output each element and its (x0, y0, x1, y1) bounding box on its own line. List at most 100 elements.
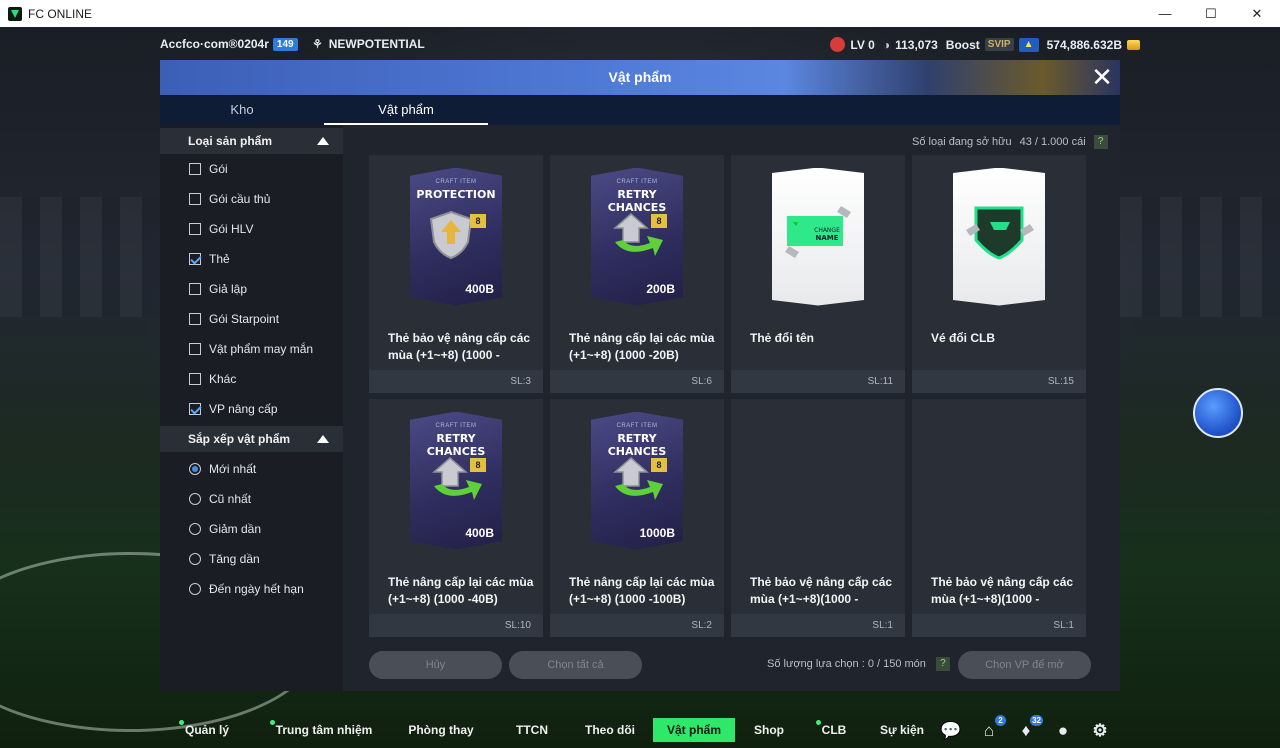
checkbox[interactable] (189, 223, 201, 235)
change-name-icon: CHANGE NAME (783, 202, 853, 262)
radio[interactable] (189, 493, 201, 505)
filter-option[interactable]: Vật phẩm may mắn (160, 334, 343, 364)
filter-option-label: Gói (209, 162, 228, 176)
nav-item-label: Vật phẩm (667, 723, 722, 737)
nav-item[interactable]: Theo dõi (580, 718, 640, 742)
tab-kho[interactable]: Kho (160, 95, 324, 125)
checkbox[interactable] (189, 283, 201, 295)
checkbox[interactable] (189, 163, 201, 175)
filter-option[interactable]: Gói Starpoint (160, 304, 343, 334)
radio[interactable] (189, 523, 201, 535)
checkbox[interactable] (189, 403, 201, 415)
sort-option[interactable]: Cũ nhất (160, 484, 343, 514)
item-card[interactable]: Vé đổi CLB SL:15 (912, 155, 1086, 393)
sort-option[interactable]: Đến ngày hết hạn (160, 574, 343, 604)
checkbox[interactable] (189, 373, 201, 385)
item-quantity: SL:6 (550, 370, 724, 393)
select-all-button[interactable]: Chọn tất cả (509, 651, 642, 679)
item-card[interactable]: CHANGE NAME Thẻ đổi tên SL:11 (731, 155, 905, 393)
nav-item[interactable]: CLB (811, 718, 851, 742)
nav-item[interactable]: Shop (749, 718, 789, 742)
item-card[interactable]: Thẻ bảo vệ nâng cấp các mùa (+1~+8)(1000… (731, 399, 905, 637)
checkbox[interactable] (189, 313, 201, 325)
items-modal: Vật phẩm ✕ Kho Vật phẩm Loại sản phẩm Gó… (160, 60, 1120, 691)
radio[interactable] (189, 463, 201, 475)
item-card[interactable]: Thẻ bảo vệ nâng cấp các mùa (+1~+8)(1000… (912, 399, 1086, 637)
item-name: Thẻ bảo vệ nâng cấp các mùa (+1~+8)(1000… (750, 575, 893, 606)
sort-option-label: Mới nhất (209, 462, 257, 476)
filter-option[interactable]: Gói cầu thủ (160, 184, 343, 214)
boost-stat[interactable]: Boost SVIP ▲ (946, 37, 1039, 52)
collapse-triangle-icon (317, 137, 329, 145)
modal-tabs: Kho Vật phẩm (160, 95, 1120, 125)
points-stat[interactable]: ◑ 113,073 (883, 38, 938, 52)
sort-option[interactable]: Mới nhất (160, 454, 343, 484)
settings-gear-icon[interactable]: ⚙ (1090, 721, 1110, 741)
filter-option[interactable]: Khác (160, 364, 343, 394)
nav-item-label: Phòng thay đồ (408, 723, 474, 748)
item-card[interactable]: CRAFT ITEM PROTECTION 8 400B Thẻ bảo vệ nâng… (369, 155, 543, 393)
checkbox[interactable] (189, 343, 201, 355)
nav-item[interactable]: Vật phẩm (653, 718, 736, 742)
filter-option-label: Khác (209, 372, 237, 386)
filter-option[interactable]: Gói (160, 154, 343, 184)
level-stat[interactable]: LV 0 (830, 37, 875, 52)
nav-item[interactable]: TTCN (512, 718, 552, 742)
sort-option[interactable]: Tăng dần (160, 544, 343, 574)
radio[interactable] (189, 553, 201, 565)
nav-item[interactable]: Quản lý CT (172, 718, 236, 748)
sort-option[interactable]: Giảm dần (160, 514, 343, 544)
filter-section-header[interactable]: Loại sản phẩm (160, 128, 343, 154)
sort-option-label: Đến ngày hết hạn (209, 582, 304, 596)
sort-option-label: Tăng dần (209, 552, 260, 566)
filter-option[interactable]: Gói HLV (160, 214, 343, 244)
craft-item-card: CRAFT ITEM RETRY CHANCES 8 400B (410, 411, 502, 550)
checkbox[interactable] (189, 253, 201, 265)
sort-section-header[interactable]: Sắp xếp vật phẩm (160, 426, 343, 452)
filter-option-label: Gói Starpoint (209, 312, 280, 326)
account-info[interactable]: Accfco·com®0204r 149 (160, 37, 298, 51)
item-art: CRAFT ITEM PROTECTION 8 400B (369, 155, 543, 318)
minimize-icon[interactable]: — (1142, 0, 1188, 27)
help-icon[interactable]: ? (935, 657, 950, 671)
bp-stat[interactable]: 574,886.632B (1047, 38, 1140, 52)
filter-option-label: Giả lập (209, 282, 248, 296)
item-quantity: SL:1 (912, 614, 1086, 637)
team-info[interactable]: ⚘ NEWPOTENTIAL (312, 37, 425, 51)
item-quantity: SL:3 (369, 370, 543, 393)
filter-option-label: Gói HLV (209, 222, 254, 236)
club-crest-icon (964, 202, 1034, 262)
close-icon[interactable]: ✕ (1088, 64, 1116, 92)
item-card[interactable]: CRAFT ITEM RETRY CHANCES 8 1000B Thẻ nâng cấ… (550, 399, 724, 637)
modal-action-bar: Hủy Chọn tất cả Số lượng lựa chọn : 0 / … (369, 650, 1091, 680)
chat-bubble-icon[interactable]: 💬 (940, 721, 961, 741)
nav-item[interactable]: Phòng thay đồ (400, 718, 482, 748)
notification-bell-icon[interactable]: ♦ 32 (1016, 715, 1043, 741)
tab-vat-pham[interactable]: Vật phẩm (324, 95, 488, 125)
nav-item[interactable]: Trung tâm nhiệm vụ (266, 718, 376, 748)
cancel-button[interactable]: Hủy (369, 651, 502, 679)
choose-open-button[interactable]: Chọn VP để mở (958, 651, 1091, 679)
radio[interactable] (189, 583, 201, 595)
filter-option[interactable]: Giả lập (160, 274, 343, 304)
home-icon[interactable]: ⌂ 2 (979, 715, 1006, 741)
maximize-icon[interactable]: ☐ (1188, 0, 1234, 27)
help-icon[interactable]: ? (1093, 135, 1108, 149)
profile-icon[interactable]: ● (1053, 721, 1073, 741)
nav-item[interactable]: Sự kiện (877, 718, 927, 742)
modal-title: Vật phẩm (608, 69, 672, 85)
checkbox[interactable] (189, 193, 201, 205)
item-card[interactable]: CRAFT ITEM RETRY CHANCES 8 200B Thẻ nâng cấp… (550, 155, 724, 393)
fc-online-logo-icon (8, 6, 22, 21)
item-name: Thẻ nâng cấp lại các mùa (+1~+8) (1000 -… (388, 575, 534, 606)
owned-label: Số loại đang sở hữu (912, 136, 1012, 148)
item-card[interactable]: CRAFT ITEM RETRY CHANCES 8 400B Thẻ nâng cấp… (369, 399, 543, 637)
filter-option[interactable]: Thẻ (160, 244, 343, 274)
filter-option[interactable]: VP nâng cấp (160, 394, 343, 424)
craft-item-price: 400B (465, 525, 494, 540)
sort-list: Mới nhất Cũ nhất Giảm dần Tăng dần Đến ngày … (160, 452, 343, 604)
filter-option-label: Gói cầu thủ (209, 192, 271, 206)
chat-support-icon[interactable] (1193, 388, 1243, 438)
item-quantity: SL:2 (550, 614, 724, 637)
close-window-icon[interactable]: ✕ (1234, 0, 1280, 27)
